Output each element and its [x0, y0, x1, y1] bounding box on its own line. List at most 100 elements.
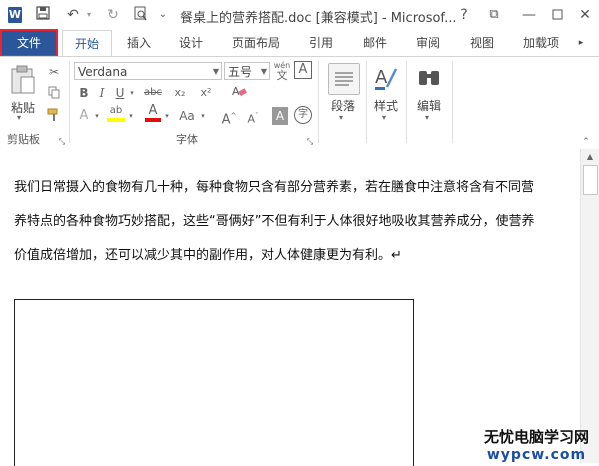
help-button[interactable]: ? [454, 4, 474, 26]
font-size-combo[interactable]: 五号 ▼ [224, 62, 270, 80]
font-color-swatch [145, 118, 161, 122]
svg-text:A: A [375, 67, 388, 88]
styles-button[interactable]: A 样式 ▾ [368, 61, 404, 127]
scroll-up-icon[interactable]: ▲ [583, 151, 597, 163]
ribbon-scroll-icon[interactable]: ▸ [574, 30, 588, 56]
cut-icon[interactable]: ✂ [46, 63, 62, 81]
ribbon-tab-bar: 文件 开始 插入 设计 页面布局 引用 邮件 审阅 视图 加载项 ▸ [0, 29, 599, 57]
underline-dropdown-icon[interactable]: ▾ [128, 84, 136, 102]
superscript-button[interactable]: x² [196, 84, 216, 102]
word-app-icon[interactable]: W [8, 7, 22, 23]
document-title: 餐桌上的营养搭配.doc [兼容模式] - Microsof... [180, 11, 457, 26]
group-divider [318, 61, 319, 143]
paste-dropdown-icon: ▾ [17, 113, 22, 122]
grow-font-button[interactable]: A^ [220, 107, 238, 128]
chevron-down-icon: ▼ [260, 67, 267, 76]
font-name-combo[interactable]: Verdana ▼ [74, 62, 222, 80]
title-bar: W ↶ ▾ ↻ ⌄ 餐桌上的营养搭配.doc [兼容模式] - Microsof… [0, 0, 599, 30]
editing-label: 编辑 [416, 99, 441, 113]
group-divider [452, 61, 453, 143]
customize-qat-icon[interactable]: ⌄ [156, 6, 170, 24]
group-divider [366, 61, 367, 143]
scroll-thumb[interactable] [583, 165, 598, 195]
clipboard-icon [11, 65, 35, 94]
maximize-button[interactable] [546, 4, 568, 26]
tab-file[interactable]: 文件 [0, 29, 58, 57]
character-shading-button[interactable]: A [272, 107, 288, 125]
site-watermark: 无忧电脑学习网 wypcw.com [484, 426, 589, 463]
tab-addins[interactable]: 加载项 [519, 30, 563, 56]
close-button[interactable]: ✕ [574, 4, 596, 26]
tab-home[interactable]: 开始 [62, 30, 112, 56]
chevron-down-icon: ▾ [382, 113, 387, 122]
bold-button[interactable]: B [76, 84, 92, 102]
minimize-button[interactable]: — [518, 4, 540, 26]
print-preview-icon[interactable] [132, 6, 150, 24]
paragraph-icon [328, 63, 360, 95]
paragraph-label: 段落 [330, 99, 355, 113]
font-color-label: A [148, 103, 158, 118]
strikethrough-button[interactable]: abc [140, 84, 166, 102]
tab-view[interactable]: 视图 [467, 30, 497, 56]
paragraph-line-1: 我们日常摄入的食物有几十种，每种食物只含有部分营养素，若在膳食中注意将含有不同营 [14, 180, 535, 195]
highlight-label: ab [109, 105, 123, 116]
shrink-font-button[interactable]: Aˇ [244, 107, 262, 126]
save-icon[interactable] [34, 6, 52, 24]
undo-icon[interactable]: ↶ [64, 6, 82, 24]
paste-label: 粘贴 [10, 101, 35, 115]
undo-dropdown-icon[interactable]: ▾ [84, 6, 94, 24]
chevron-down-icon: ▾ [339, 113, 344, 122]
enclose-characters-button[interactable]: 字 [294, 106, 312, 124]
grow-font-label: A [221, 112, 231, 128]
font-name-value: Verdana [78, 65, 128, 79]
change-case-dropdown-icon[interactable]: ▾ [199, 107, 207, 125]
subscript-button[interactable]: x₂ [170, 84, 190, 102]
copy-icon[interactable] [46, 86, 62, 104]
underline-button[interactable]: U [112, 84, 128, 102]
paragraph-line-2: 养特点的各种食物巧妙搭配，这些“哥俩好”不但有利于人体很好地吸收其营养成分，使营… [14, 214, 535, 229]
ribbon-display-options-button[interactable]: ⧉ [484, 4, 504, 26]
image-placeholder-frame[interactable] [14, 299, 414, 466]
tab-review[interactable]: 审阅 [413, 30, 443, 56]
font-color-button[interactable]: A [144, 104, 162, 122]
tab-design[interactable]: 设计 [176, 30, 206, 56]
vertical-scrollbar[interactable]: ▲ [580, 149, 599, 463]
tab-references[interactable]: 引用 [306, 30, 336, 56]
tab-mailings[interactable]: 邮件 [360, 30, 390, 56]
format-painter-icon[interactable] [46, 108, 62, 126]
italic-button[interactable]: I [94, 84, 110, 102]
highlight-color-swatch [107, 118, 125, 122]
character-border-icon[interactable]: A [294, 61, 312, 79]
watermark-line-2: wypcw.com [486, 447, 587, 463]
document-area[interactable]: 我们日常摄入的食物有几十种，每种食物只含有部分营养素，若在膳食中注意将含有不同营… [0, 149, 599, 466]
paragraph-button[interactable]: 段落 ▾ [322, 61, 364, 127]
font-group-label: 字体 [176, 133, 198, 146]
paragraph-line-3: 价值成倍增加，还可以减少其中的副作用，对人体健康更为有利。↵ [14, 248, 402, 263]
font-color-dropdown-icon[interactable]: ▾ [163, 107, 171, 125]
watermark-line-1: 无忧电脑学习网 [483, 428, 589, 446]
group-divider [406, 61, 407, 143]
change-case-button[interactable]: Aa [176, 107, 198, 125]
phonetic-guide-button[interactable]: wén 文 [273, 61, 291, 81]
shrink-font-label: A [247, 112, 256, 126]
styles-label: 样式 [373, 99, 398, 113]
highlight-button[interactable]: ab [106, 104, 126, 122]
highlight-dropdown-icon[interactable]: ▾ [127, 107, 135, 125]
chevron-down-icon: ▾ [425, 113, 430, 122]
tab-insert[interactable]: 插入 [124, 30, 154, 56]
text-effects-dropdown-icon[interactable]: ▾ [93, 107, 101, 125]
text-effects-button[interactable]: A [76, 107, 92, 125]
paste-button[interactable]: 粘贴 ▾ [6, 63, 40, 125]
clipboard-group-label: 剪贴板 [7, 133, 40, 146]
group-divider [69, 61, 70, 143]
clear-formatting-icon[interactable]: A [230, 84, 248, 102]
font-size-value: 五号 [228, 65, 253, 79]
redo-icon[interactable]: ↻ [104, 6, 122, 24]
tab-page-layout[interactable]: 页面布局 [229, 30, 283, 56]
ribbon: 粘贴 ▾ ✂ 剪贴板 ⤡ Verdana ▼ 五号 ▼ wén 文 A B I U… [0, 56, 599, 150]
editing-button[interactable]: 编辑 ▾ [408, 61, 450, 127]
svg-text:A: A [232, 85, 240, 98]
binoculars-icon [419, 71, 439, 85]
chevron-down-icon: ▼ [212, 67, 219, 76]
styles-icon: A [375, 67, 398, 90]
